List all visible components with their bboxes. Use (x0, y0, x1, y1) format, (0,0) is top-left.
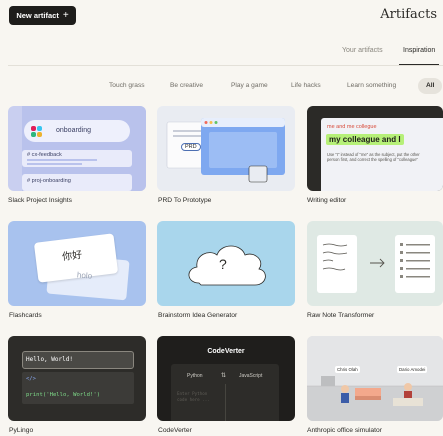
card-label: Writing editor (307, 197, 347, 204)
card-label: CodeVerter (158, 427, 192, 434)
card-label: Anthropic office simulator (307, 427, 382, 434)
card-slack-project-insights[interactable]: onboarding # cx-feedback # proj-onboardi… (8, 106, 146, 191)
card-brainstorm[interactable]: ? (157, 221, 295, 306)
card-label: Brainstorm Idea Generator (158, 312, 238, 319)
tab-inspiration[interactable]: Inspiration (398, 47, 440, 65)
slack-search-text: onboarding (56, 127, 92, 134)
card-label: Slack Project Insights (8, 197, 72, 204)
codeverter-placeholder: Enter Python code here ... (177, 391, 210, 402)
writing-note: Use "I" instead of "me" as the subject, … (327, 152, 420, 163)
filter-touch-grass[interactable]: Touch grass (109, 78, 145, 94)
codeverter-to-lang: JavaScript (239, 373, 263, 379)
tab-bar: Your artifacts Inspiration (0, 41, 443, 66)
card-prd-to-prototype[interactable]: PRD (157, 106, 295, 191)
slack-logo-icon (31, 126, 42, 137)
card-codeverter[interactable]: CodeVerter Python ⇅ JavaScript Enter Pyt… (157, 336, 295, 421)
note-preview (317, 235, 435, 293)
tab-divider (8, 65, 443, 66)
page-title: Artifacts (380, 7, 437, 22)
card-label: Flashcards (9, 312, 42, 319)
card-pylingo[interactable]: Hello, World! </> print('Hello, World!') (8, 336, 146, 421)
new-artifact-button[interactable]: New artifact + (9, 6, 76, 25)
filter-bar: Touch grass Be creative Play a game Life… (0, 78, 443, 94)
pylingo-code: print('Hello, World!') (26, 392, 101, 398)
office-person-1: Chris Olah (335, 366, 360, 373)
writing-corrected: my colleague and I (326, 134, 404, 145)
pylingo-input-text: Hello, World! (26, 356, 73, 363)
prd-preview (166, 118, 285, 183)
flashcard-back-text: holo (76, 270, 93, 281)
filter-play-a-game[interactable]: Play a game (231, 78, 268, 94)
plus-icon: + (62, 9, 69, 21)
codeverter-heading: CodeVerter (207, 348, 245, 355)
code-tag-icon: </> (26, 376, 36, 382)
filter-be-creative[interactable]: Be creative (170, 78, 203, 94)
tab-your-artifacts[interactable]: Your artifacts (342, 47, 383, 54)
codeverter-from-lang: Python (187, 373, 203, 379)
card-writing-editor[interactable]: me and me collegue my colleague and I Us… (307, 106, 443, 191)
swap-icon: ⇅ (221, 373, 227, 379)
office-person-2: Dario Amodei (397, 366, 428, 373)
card-office-simulator[interactable]: Chris Olah Dario Amodei (307, 336, 443, 421)
filter-life-hacks[interactable]: Life hacks (291, 78, 321, 94)
flashcard-front-text: 你好 (61, 249, 83, 264)
filter-learn-something[interactable]: Learn something (347, 78, 396, 94)
slack-channel-1: # cx-feedback (27, 152, 62, 158)
card-flashcards[interactable]: 你好 holo (8, 221, 146, 306)
codeverter-divider (225, 384, 226, 421)
filter-all[interactable]: All (418, 78, 443, 94)
card-raw-note-transformer[interactable] (307, 221, 443, 306)
prd-tag: PRD (181, 143, 201, 151)
writing-original: me and me collegue (327, 124, 377, 130)
question-mark: ? (219, 256, 227, 272)
new-artifact-label: New artifact (16, 11, 59, 20)
card-label: PyLingo (9, 427, 34, 434)
office-scene (307, 336, 443, 421)
card-label: PRD To Prototype (158, 197, 212, 204)
slack-channel-2: # proj-onboarding (27, 178, 71, 184)
pylingo-code-block (22, 372, 134, 404)
card-label: Raw Note Transformer (307, 312, 375, 319)
